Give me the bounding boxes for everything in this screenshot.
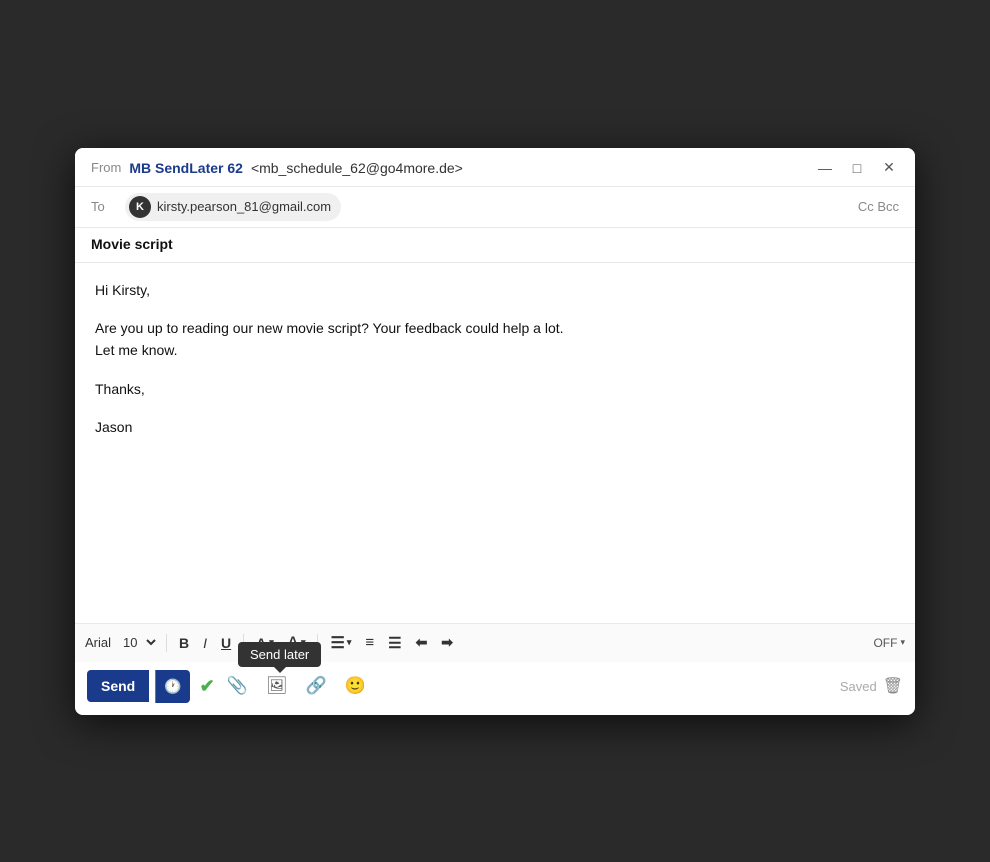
checkmark-button[interactable]: ✔: [200, 676, 215, 697]
avatar: K: [129, 196, 151, 218]
indent-less-button[interactable]: ⬅: [411, 631, 433, 654]
font-name-label: Arial: [85, 635, 111, 650]
compose-window: From MB SendLater 62 <mb_schedule_62@go4…: [75, 148, 915, 715]
text-color-dropdown-arrow: ▾: [269, 637, 274, 648]
indent-more-button[interactable]: ➡: [436, 631, 458, 654]
sender-email: <mb_schedule_62@go4more.de>: [251, 160, 463, 176]
subject-text: Movie script: [91, 236, 173, 252]
recipient-email: kirsty.pearson_81@gmail.com: [157, 199, 331, 214]
text-color-button[interactable]: A ▾: [251, 632, 279, 654]
attach-button[interactable]: 📎: [221, 672, 254, 700]
action-row: Send later Send 🕐 ✔ 📎 🖼 🔗 🙂 Saved 🗑: [75, 662, 915, 715]
send-schedule-button[interactable]: 🕐: [155, 670, 189, 703]
maximize-button[interactable]: □: [847, 158, 867, 178]
close-button[interactable]: ✕: [879, 158, 899, 178]
underline-button[interactable]: U: [216, 632, 236, 654]
clock-icon: 🕐: [164, 678, 181, 695]
align-icon: ☰: [330, 633, 344, 653]
from-row: From MB SendLater 62 <mb_schedule_62@go4…: [91, 160, 463, 176]
ul-icon: ☰: [388, 634, 401, 652]
image-button[interactable]: 🖼: [260, 672, 294, 700]
align-button[interactable]: ☰ ▾: [325, 630, 356, 656]
link-button[interactable]: 🔗: [300, 672, 333, 700]
send-button[interactable]: Send: [87, 670, 149, 702]
email-body[interactable]: Hi Kirsty, Are you up to reading our new…: [75, 263, 915, 623]
recipient-chip[interactable]: K kirsty.pearson_81@gmail.com: [125, 193, 341, 221]
align-dropdown-arrow: ▾: [347, 637, 352, 648]
toolbar-separator-3: [317, 634, 318, 652]
body-paragraph: Are you up to reading our new movie scri…: [95, 317, 895, 362]
highlight-button[interactable]: A ▾: [283, 630, 311, 655]
bold-button[interactable]: B: [174, 632, 194, 654]
attach-icon: 📎: [227, 676, 248, 695]
ordered-list-button[interactable]: ≡: [360, 631, 379, 654]
body-line3: Let me know.: [95, 342, 178, 358]
send-label: Send: [101, 678, 135, 694]
saved-label: Saved: [840, 679, 877, 694]
checkmark-icon: ✔: [200, 676, 215, 696]
to-row: To K kirsty.pearson_81@gmail.com Cc Bcc: [75, 186, 915, 227]
delete-button[interactable]: 🗑: [883, 676, 903, 696]
unordered-list-button[interactable]: ☰: [383, 631, 406, 655]
link-icon: 🔗: [306, 676, 327, 695]
trash-icon: 🗑: [883, 678, 903, 695]
cc-bcc-button[interactable]: Cc Bcc: [858, 199, 899, 214]
toolbar-separator-2: [243, 634, 244, 652]
text-color-label: A: [256, 635, 266, 651]
off-dropdown-arrow: ▾: [900, 637, 905, 648]
font-size-select[interactable]: 10 12 14: [119, 634, 159, 651]
thanks-line: Thanks,: [95, 378, 895, 400]
ol-icon: ≡: [365, 634, 374, 651]
greeting: Hi Kirsty,: [95, 279, 895, 301]
titlebar: From MB SendLater 62 <mb_schedule_62@go4…: [75, 148, 915, 186]
sender-name: MB SendLater 62: [129, 160, 243, 176]
emoji-icon: 🙂: [345, 676, 366, 695]
minimize-button[interactable]: —: [815, 158, 835, 178]
signature: Jason: [95, 416, 895, 438]
image-icon: 🖼: [266, 676, 288, 695]
off-label: OFF: [873, 636, 897, 650]
subject-row: Movie script: [75, 227, 915, 262]
highlight-dropdown-arrow: ▾: [301, 637, 306, 648]
emoji-button[interactable]: 🙂: [339, 672, 372, 700]
to-label: To: [91, 199, 115, 214]
off-toggle[interactable]: OFF ▾: [873, 636, 905, 650]
highlight-label: A: [288, 633, 298, 652]
body-line2: Are you up to reading our new movie scri…: [95, 320, 564, 336]
toolbar-separator-1: [166, 634, 167, 652]
formatting-toolbar: Arial 10 12 14 B I U A ▾ A ▾ ☰ ▾ ≡ ☰ ⬅: [75, 623, 915, 662]
italic-button[interactable]: I: [198, 632, 212, 654]
from-label: From: [91, 160, 121, 175]
window-controls: — □ ✕: [815, 158, 899, 178]
